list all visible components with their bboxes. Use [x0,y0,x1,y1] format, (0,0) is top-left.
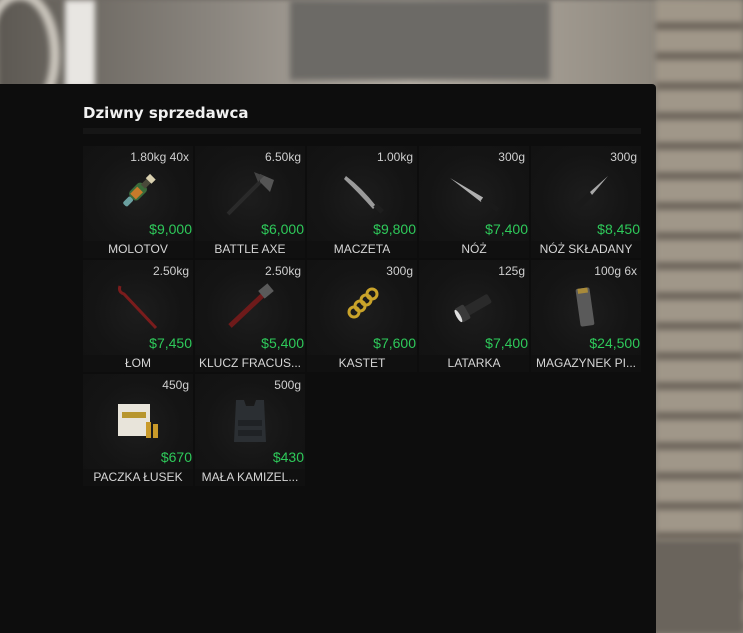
item-name: NÓŻ SKŁADANY [539,242,633,256]
item-weight: 1.00kg [376,150,413,164]
item-name: KLUCZ FRACUS... [198,356,301,370]
item-weight: 100g 6x [594,264,637,278]
axe-icon [226,172,274,216]
item-weight: 300g [610,150,637,164]
shop-item[interactable]: 1.00kg $9,800 MACZETA [307,146,417,258]
shop-item[interactable]: 450g $670 PACZKA ŁUSEK [83,374,193,486]
item-name: PACZKA ŁUSEK [93,470,183,484]
item-name: NÓŻ [461,242,487,256]
title-divider [83,128,641,134]
shop-item[interactable]: 300g $7,400 NÓŻ [419,146,529,258]
shop-item[interactable]: 500g $430 MAŁA KAMIZEL... [195,374,305,486]
folding-knife-icon [571,176,608,213]
background-siding [656,0,743,633]
item-weight: 500g [274,378,301,392]
shop-item[interactable]: 300g $7,600 KASTET [307,260,417,372]
wrench-icon [228,283,274,328]
shop-panel: Dziwny sprzedawca 1.80kg 40x $9,000 MOLO… [0,84,656,633]
item-weight: 6.50kg [264,150,301,164]
item-name: MOLOTOV [108,242,168,256]
shop-item[interactable]: 2.50kg $5,400 KLUCZ FRACUS... [195,260,305,372]
item-name: MAŁA KAMIZEL... [201,470,299,484]
shop-item[interactable]: 125g $7,400 LATARKA [419,260,529,372]
item-price: $7,400 [485,335,528,351]
shop-title: Dziwny sprzedawca [83,104,249,122]
item-name: ŁOM [124,356,151,370]
crowbar-icon [118,285,158,330]
item-weight: 125g [498,264,525,278]
item-name: LATARKA [447,356,501,370]
magazine-icon [575,287,595,327]
shop-item[interactable]: 100g 6x $24,500 MAGAZYNEK PI... [531,260,641,372]
knife-icon [450,178,500,213]
item-weight: 2.50kg [152,264,189,278]
shop-item[interactable]: 6.50kg $6,000 BATTLE AXE [195,146,305,258]
item-price: $9,800 [373,221,416,237]
item-weight: 450g [162,378,189,392]
brass-knuckles-icon [347,287,379,319]
item-price: $6,000 [261,221,304,237]
item-price: $7,400 [485,221,528,237]
item-price: $7,450 [149,335,192,351]
ammo-box-icon [118,404,158,438]
item-name: KASTET [338,356,386,370]
flashlight-icon [454,294,492,323]
item-weight: 2.50kg [264,264,301,278]
item-weight: 300g [498,150,525,164]
item-price: $430 [272,449,304,465]
background-pillar [65,0,95,88]
item-name: BATTLE AXE [214,242,286,256]
shop-item[interactable]: 1.80kg 40x $9,000 MOLOTOV [83,146,193,258]
item-name: MACZETA [333,242,391,256]
background-window [290,0,550,80]
item-price: $7,600 [373,335,416,351]
molotov-icon [123,173,156,207]
item-grid: 1.80kg 40x $9,000 MOLOTOV 6.50kg $6,000 … [83,146,643,486]
item-price: $8,450 [597,221,640,237]
shop-item[interactable]: 300g $8,450 NÓŻ SKŁADANY [531,146,641,258]
shop-item[interactable]: 2.50kg $7,450 ŁOM [83,260,193,372]
machete-icon [344,176,384,214]
vest-icon [234,400,266,442]
item-price: $670 [160,449,192,465]
item-price: $9,000 [149,221,192,237]
item-name: MAGAZYNEK PI... [535,356,637,370]
item-weight: 300g [386,264,413,278]
item-weight: 1.80kg 40x [130,150,189,164]
item-price: $24,500 [589,335,640,351]
item-price: $5,400 [261,335,304,351]
